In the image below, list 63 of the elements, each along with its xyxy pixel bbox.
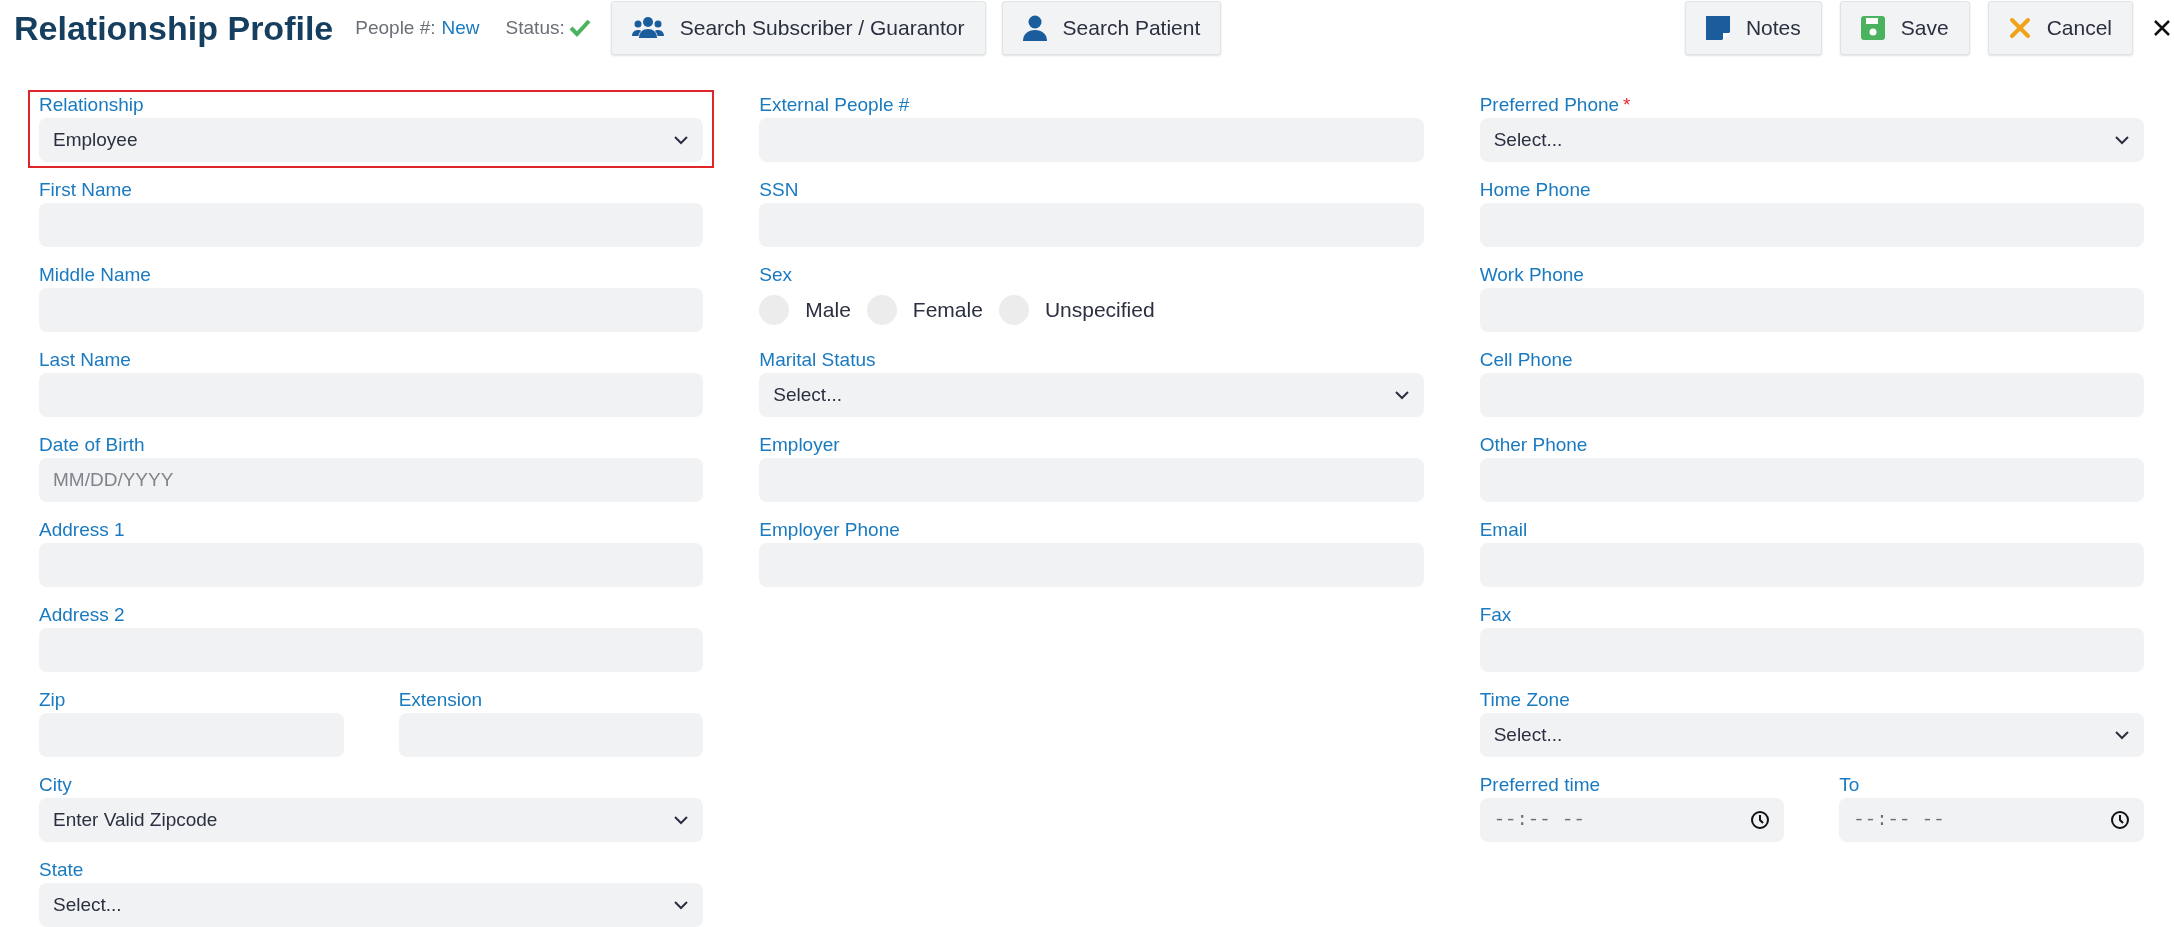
- field-label: Relationship: [39, 93, 144, 117]
- dropdown[interactable]: Select...: [1479, 713, 2144, 757]
- field-label: To: [1839, 773, 1860, 797]
- toolbar-button[interactable]: Save: [1839, 1, 1970, 55]
- field-label: Preferred Phone: [1479, 93, 1620, 117]
- field-label: Work Phone: [1479, 263, 1584, 287]
- chevron-down-icon: [1393, 390, 1410, 400]
- field-label: Extension: [398, 688, 483, 712]
- field-label: City: [39, 773, 72, 797]
- field-label: Marital Status: [759, 348, 876, 372]
- toolbar-button[interactable]: Cancel: [1987, 1, 2133, 55]
- page-title: Relationship Profile: [14, 7, 334, 49]
- field-label: Employer Phone: [759, 518, 900, 542]
- clock-icon: [1750, 810, 1771, 830]
- note-icon: [1705, 16, 1730, 40]
- dropdown[interactable]: Employee: [39, 118, 704, 162]
- chevron-down-icon: [2114, 135, 2130, 145]
- dropdown[interactable]: Select...: [39, 883, 704, 927]
- group-icon: [631, 16, 664, 40]
- chevron-down-icon: [673, 900, 690, 910]
- toolbar-button[interactable]: Search Patient: [1001, 1, 1222, 55]
- field-label: Address 2: [39, 603, 125, 627]
- radio-label: Female: [912, 297, 983, 324]
- field-label: Time Zone: [1479, 688, 1570, 712]
- status-label: Status:: [505, 15, 565, 40]
- person-icon: [1022, 15, 1047, 41]
- people-number: New: [441, 15, 480, 40]
- chevron-down-icon: [2114, 730, 2130, 740]
- field-label: Home Phone: [1479, 178, 1591, 202]
- field-label: External People #: [759, 93, 910, 117]
- time-field[interactable]: --:-- --: [1479, 798, 1785, 842]
- toolbar-button[interactable]: Search Subscriber / Guarantor: [610, 1, 986, 55]
- required-mark: *: [1623, 92, 1631, 117]
- radio-label: Unspecified: [1044, 297, 1155, 324]
- field-label: SSN: [759, 178, 799, 202]
- field-label: Other Phone: [1479, 433, 1588, 457]
- field-label: Last Name: [39, 348, 131, 372]
- cross-icon: [2008, 17, 2031, 39]
- people-label: People #:: [355, 15, 436, 40]
- close-icon[interactable]: [2153, 19, 2171, 37]
- clock-icon: [2110, 810, 2130, 830]
- input-field[interactable]: MM/DD/YYYY: [39, 458, 704, 502]
- field-label: Email: [1479, 518, 1528, 542]
- field-label: Cell Phone: [1479, 348, 1573, 372]
- dropdown[interactable]: Enter Valid Zipcode: [39, 798, 704, 842]
- field-label: State: [39, 858, 84, 882]
- field-label: Preferred time: [1479, 773, 1601, 797]
- field-label: Employer: [759, 433, 840, 457]
- field-label: Address 1: [39, 518, 125, 542]
- field-label: Middle Name: [39, 263, 151, 287]
- field-label: Zip: [39, 688, 66, 712]
- time-field[interactable]: --:-- --: [1839, 798, 2144, 842]
- radio-label: Male: [805, 297, 851, 324]
- check-icon: [568, 19, 591, 37]
- field-label: Fax: [1479, 603, 1512, 627]
- dropdown[interactable]: Select...: [759, 373, 1424, 417]
- chevron-down-icon: [673, 135, 690, 145]
- field-label: First Name: [39, 178, 132, 202]
- chevron-down-icon: [673, 815, 690, 825]
- field-label: Date of Birth: [39, 433, 145, 457]
- field-label: Sex: [759, 263, 793, 287]
- dropdown[interactable]: Select...: [1479, 118, 2144, 162]
- toolbar-button[interactable]: Notes: [1684, 1, 1822, 55]
